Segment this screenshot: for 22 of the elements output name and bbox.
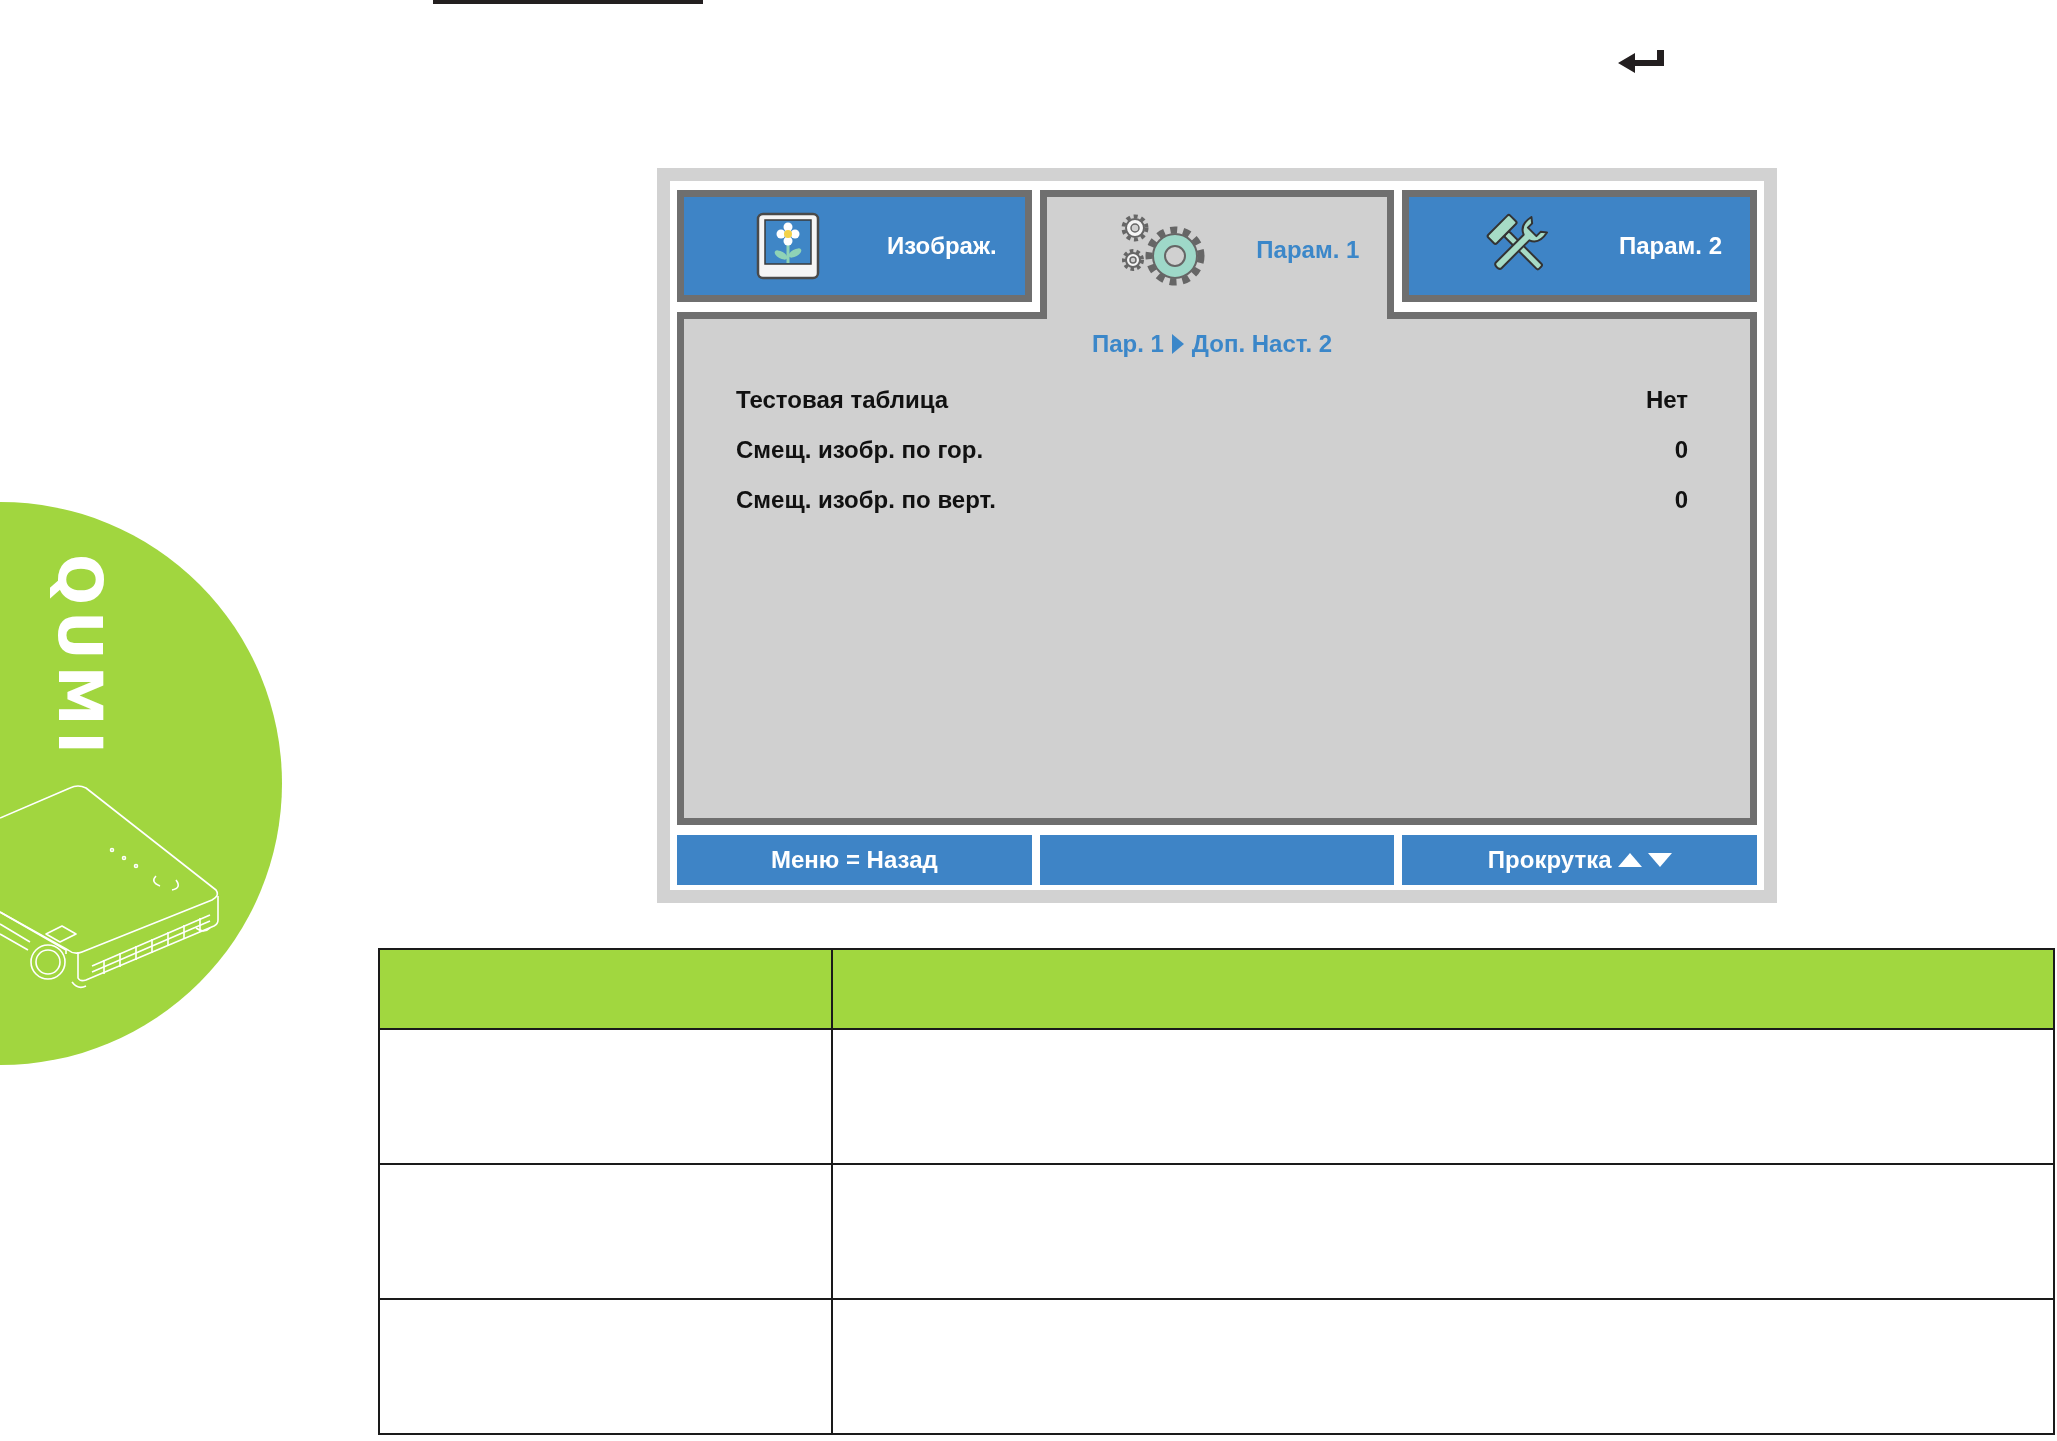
menu-item-label[interactable]: Смещ. изобр. по верт. xyxy=(736,486,996,514)
brand-logo: QUMI xyxy=(50,554,110,760)
footer-hint: Меню = Назад xyxy=(677,835,1032,885)
menu-tab[interactable]: Парам. 1 xyxy=(1039,190,1395,319)
picture-icon xyxy=(756,212,820,280)
menu-item-value: Нет xyxy=(1645,386,1688,414)
down-triangle-icon xyxy=(1647,853,1672,867)
breadcrumb-current: Доп. Наст. 2 xyxy=(1191,330,1333,358)
menu-item-label[interactable]: Тестовая таблица xyxy=(736,386,949,414)
footer-hint: Прокрутка xyxy=(1487,846,1612,874)
caret-right-icon xyxy=(1171,334,1184,354)
breadcrumb-parent: Пар. 1 xyxy=(1091,330,1164,358)
tab-label[interactable]: Парам. 2 xyxy=(1618,232,1722,260)
menu-item-value: 0 xyxy=(1674,436,1688,464)
menu-item-value: 0 xyxy=(1674,486,1688,514)
tab-label[interactable]: Изображ. xyxy=(886,232,997,260)
tab-label[interactable]: Парам. 1 xyxy=(1256,235,1360,264)
up-triangle-icon xyxy=(1617,853,1642,867)
menu-item-label[interactable]: Смещ. изобр. по гор. xyxy=(736,436,984,464)
enter-key-icon xyxy=(1618,50,1666,74)
menu-tab[interactable]: Парам. 2 xyxy=(1402,190,1757,302)
menu-tab[interactable]: Изображ. xyxy=(677,190,1032,302)
